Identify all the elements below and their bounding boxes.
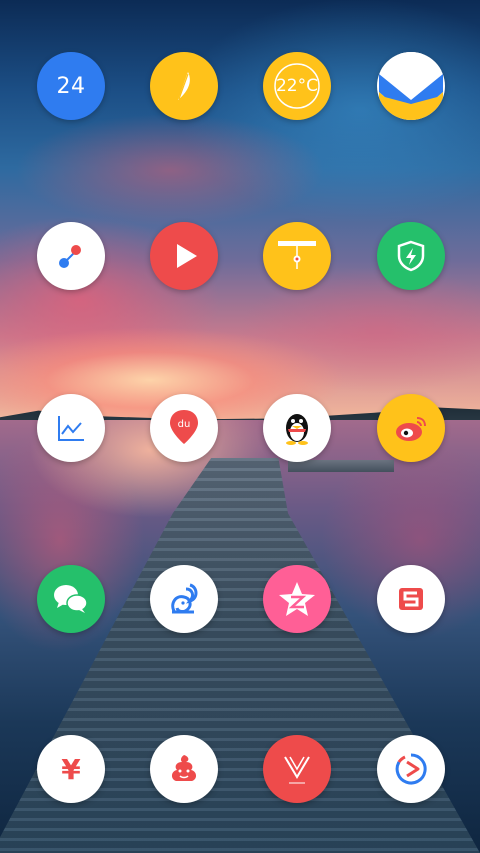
app-notes[interactable] — [150, 52, 218, 120]
app-weather[interactable]: 22°C — [263, 52, 331, 120]
app-weibo[interactable] — [377, 394, 445, 462]
app-video[interactable] — [377, 735, 445, 803]
app-qzone[interactable] — [263, 565, 331, 633]
envelope-icon — [377, 52, 445, 120]
home-screen: 24 22°C du ¥ — [0, 0, 480, 853]
dots-icon — [59, 245, 81, 268]
circle-play-icon — [395, 753, 427, 785]
svg-text:du: du — [178, 419, 191, 430]
app-poop[interactable] — [150, 735, 218, 803]
star-z-icon — [279, 582, 315, 616]
calendar-icon: 24 — [56, 73, 86, 99]
flashlight-icon — [278, 241, 316, 269]
s-logo-icon — [399, 588, 423, 610]
chart-line-icon — [58, 416, 84, 441]
weibo-icon — [396, 417, 426, 441]
app-uc-browser[interactable] — [150, 565, 218, 633]
map-pin-du-icon: du — [170, 410, 198, 444]
svg-text:¥: ¥ — [61, 753, 81, 786]
app-stocks[interactable] — [37, 394, 105, 462]
app-dots[interactable] — [37, 222, 105, 290]
app-baidu-maps[interactable]: du — [150, 394, 218, 462]
yen-icon: ¥ — [61, 753, 81, 786]
app-calendar[interactable]: 24 — [37, 52, 105, 120]
v-logo-icon — [284, 756, 310, 784]
app-vipshop[interactable] — [263, 735, 331, 803]
app-qq[interactable] — [263, 394, 331, 462]
poop-icon — [171, 755, 197, 781]
app-grid: 24 22°C du ¥ — [0, 0, 480, 853]
app-wechat[interactable] — [37, 565, 105, 633]
app-flashlight[interactable] — [263, 222, 331, 290]
app-mail[interactable] — [377, 52, 445, 120]
shield-bolt-icon — [397, 240, 425, 272]
chat-bubbles-icon — [54, 585, 88, 613]
squirrel-icon — [171, 583, 198, 614]
app-finance[interactable]: ¥ — [37, 735, 105, 803]
feather-icon — [178, 72, 190, 100]
app-sohu[interactable] — [377, 565, 445, 633]
app-security[interactable] — [377, 222, 445, 290]
penguin-icon — [286, 414, 308, 445]
weather-icon: 22°C — [275, 76, 318, 96]
play-icon — [177, 244, 197, 268]
app-video-player[interactable] — [150, 222, 218, 290]
